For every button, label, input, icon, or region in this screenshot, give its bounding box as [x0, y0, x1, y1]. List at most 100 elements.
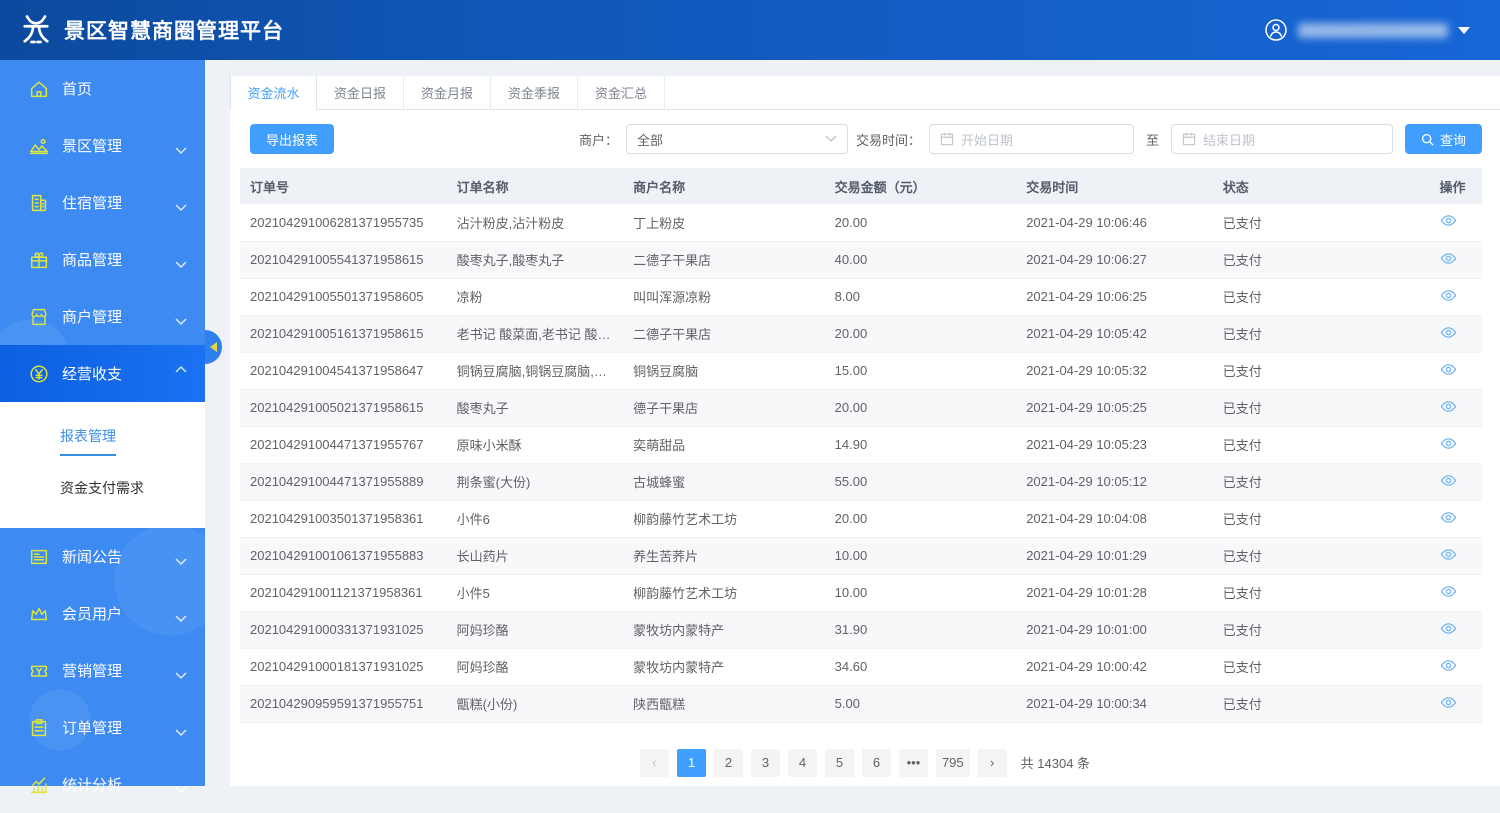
status-cell: 已支付 — [1213, 315, 1430, 352]
sidebar-item-7[interactable]: 新闻公告 — [0, 528, 205, 585]
time-cell: 2021-04-29 10:05:42 — [1016, 315, 1213, 352]
status-cell: 已支付 — [1213, 685, 1430, 722]
sidebar-item-9[interactable]: 营销管理 — [0, 642, 205, 699]
sidebar-item-8[interactable]: 会员用户 — [0, 585, 205, 642]
order-name-cell: 阿妈珍酪 — [447, 648, 623, 685]
page-button-2[interactable]: 2 — [714, 749, 743, 777]
merchant-cell: 蒙牧坊内蒙特产 — [623, 648, 825, 685]
table-row: 202104291005541371958615酸枣丸子,酸枣丸子二德子干果店4… — [240, 241, 1482, 278]
page-button-1[interactable]: 1 — [677, 749, 706, 777]
operation-cell — [1430, 315, 1482, 352]
status-cell: 已支付 — [1213, 352, 1430, 389]
order-name-cell: 原味小米酥 — [447, 426, 623, 463]
merchant-icon — [28, 306, 50, 328]
view-detail-eye-icon[interactable] — [1440, 509, 1457, 526]
status-cell: 已支付 — [1213, 648, 1430, 685]
content-card: 资金流水资金日报资金月报资金季报资金汇总 导出报表 商户： 全部 交易时间： 开… — [230, 76, 1500, 786]
table-row: 202104291000331371931025阿妈珍酪蒙牧坊内蒙特产31.90… — [240, 611, 1482, 648]
sidebar-item-2[interactable]: 景区管理 — [0, 117, 205, 174]
view-detail-eye-icon[interactable] — [1440, 472, 1457, 489]
column-header: 状态 — [1213, 168, 1430, 204]
view-detail-eye-icon[interactable] — [1440, 250, 1457, 267]
amount-cell: 5.00 — [825, 685, 1017, 722]
page-button-5[interactable]: 5 — [825, 749, 854, 777]
merchant-select[interactable]: 全部 — [626, 124, 848, 154]
view-detail-eye-icon[interactable] — [1440, 398, 1457, 415]
chevron-left-icon — [210, 342, 217, 352]
chevron-down-icon — [175, 610, 187, 618]
search-icon — [1421, 133, 1434, 146]
tab-1[interactable]: 资金流水 — [230, 76, 317, 109]
operation-cell — [1430, 537, 1482, 574]
user-menu[interactable] — [1264, 18, 1470, 42]
view-detail-eye-icon[interactable] — [1440, 324, 1457, 341]
sidebar-item-1[interactable]: 首页 — [0, 60, 205, 117]
status-cell: 已支付 — [1213, 574, 1430, 611]
page-title: 景区智慧商圈管理平台 — [64, 15, 284, 45]
view-detail-eye-icon[interactable] — [1440, 546, 1457, 563]
end-date-input[interactable]: 结束日期 — [1171, 124, 1393, 154]
table-body: 202104291006281371955735沾汁粉皮,沾汁粉皮丁上粉皮20.… — [240, 204, 1482, 722]
home-icon — [28, 78, 50, 100]
export-report-button[interactable]: 导出报表 — [250, 124, 334, 154]
merchant-cell: 养生苦荞片 — [623, 537, 825, 574]
sidebar-item-10[interactable]: 订单管理 — [0, 699, 205, 756]
sidebar-item-4[interactable]: 商品管理 — [0, 231, 205, 288]
merchant-cell: 柳韵藤竹艺术工坊 — [623, 574, 825, 611]
view-detail-eye-icon[interactable] — [1440, 435, 1457, 452]
view-detail-eye-icon[interactable] — [1440, 694, 1457, 711]
status-cell: 已支付 — [1213, 463, 1430, 500]
chevron-down-icon — [175, 781, 187, 789]
time-filter-label: 交易时间： — [856, 130, 921, 149]
search-button-label: 查询 — [1440, 130, 1466, 149]
calendar-icon — [1182, 132, 1196, 146]
tab-4[interactable]: 资金季报 — [491, 76, 578, 109]
sidebar-item-3[interactable]: 住宿管理 — [0, 174, 205, 231]
order-icon — [28, 717, 50, 739]
order-no-cell: 202104291000181371931025 — [240, 648, 447, 685]
view-detail-eye-icon[interactable] — [1440, 212, 1457, 229]
order-name-cell: 酸枣丸子,酸枣丸子 — [447, 241, 623, 278]
more-pages-button[interactable]: ••• — [899, 749, 928, 777]
view-detail-eye-icon[interactable] — [1440, 361, 1457, 378]
column-header: 交易金额（元） — [825, 168, 1017, 204]
table-row: 202104291003501371958361小件6柳韵藤竹艺术工坊20.00… — [240, 500, 1482, 537]
page-button-3[interactable]: 3 — [751, 749, 780, 777]
tab-5[interactable]: 资金汇总 — [578, 76, 665, 109]
tab-bar: 资金流水资金日报资金月报资金季报资金汇总 — [230, 76, 1500, 110]
end-date-placeholder: 结束日期 — [1203, 130, 1255, 149]
tab-3[interactable]: 资金月报 — [404, 76, 491, 109]
sidebar-item-6[interactable]: 经营收支 — [0, 345, 205, 402]
chevron-down-icon — [175, 370, 187, 378]
start-date-input[interactable]: 开始日期 — [929, 124, 1134, 154]
scenic-icon — [28, 135, 50, 157]
page-button-4[interactable]: 4 — [788, 749, 817, 777]
operation-cell — [1430, 426, 1482, 463]
sidebar-item-11[interactable]: 统计分析 — [0, 756, 205, 813]
view-detail-eye-icon[interactable] — [1440, 657, 1457, 674]
sidebar-subitem-1[interactable]: 报表管理 — [0, 412, 205, 464]
user-avatar-icon — [1264, 18, 1288, 42]
amount-cell: 20.00 — [825, 389, 1017, 426]
table-row: 202104291005501371958605凉粉叫叫浑源凉粉8.002021… — [240, 278, 1482, 315]
status-cell: 已支付 — [1213, 204, 1430, 241]
next-page-button[interactable]: › — [978, 749, 1007, 777]
page-button-6[interactable]: 6 — [862, 749, 891, 777]
view-detail-eye-icon[interactable] — [1440, 287, 1457, 304]
time-cell: 2021-04-29 10:05:23 — [1016, 426, 1213, 463]
view-detail-eye-icon[interactable] — [1440, 583, 1457, 600]
sidebar-item-label: 营销管理 — [62, 660, 175, 681]
chevron-down-icon — [175, 667, 187, 675]
yen-icon — [28, 363, 50, 385]
time-cell: 2021-04-29 10:05:32 — [1016, 352, 1213, 389]
view-detail-eye-icon[interactable] — [1440, 620, 1457, 637]
sidebar-item-5[interactable]: 商户管理 — [0, 288, 205, 345]
order-no-cell: 202104291004471371955767 — [240, 426, 447, 463]
prev-page-button[interactable]: ‹ — [640, 749, 669, 777]
sidebar-subitem-2[interactable]: 资金支付需求 — [0, 464, 205, 514]
sidebar-item-label: 商品管理 — [62, 249, 175, 270]
page-button-795[interactable]: 795 — [936, 749, 970, 777]
operation-cell — [1430, 648, 1482, 685]
search-button[interactable]: 查询 — [1405, 124, 1482, 154]
tab-2[interactable]: 资金日报 — [317, 76, 404, 109]
